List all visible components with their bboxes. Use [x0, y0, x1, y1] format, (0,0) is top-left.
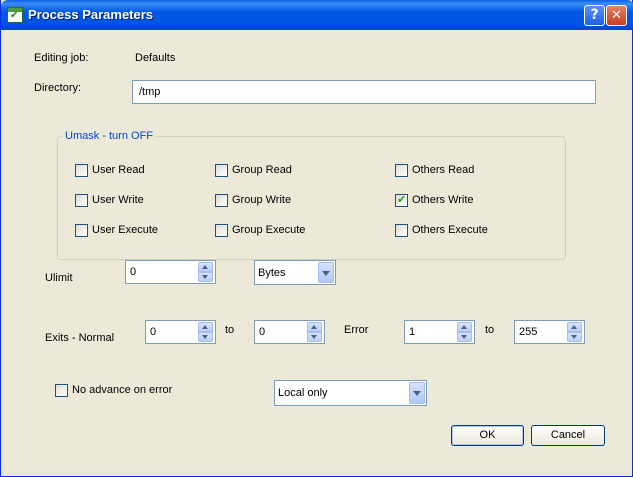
user-read-label: User Read — [92, 164, 145, 176]
group-execute-label: Group Execute — [232, 224, 306, 236]
help-button[interactable]: ? — [584, 5, 605, 26]
user-execute-checkbox[interactable] — [75, 224, 88, 237]
normal-to-spinner[interactable]: 0 — [254, 320, 325, 344]
scope-dropdown[interactable]: Local only — [274, 380, 427, 406]
no-advance-label: No advance on error — [72, 384, 173, 396]
ulimit-unit-value: Bytes — [258, 267, 286, 279]
group-read-checkbox[interactable] — [215, 164, 228, 177]
user-write-label: User Write — [92, 194, 144, 206]
title-bar[interactable]: Process Parameters ? ✕ — [1, 0, 633, 30]
close-button[interactable]: ✕ — [606, 5, 627, 26]
error-from-value: 1 — [409, 326, 416, 338]
user-execute-label: User Execute — [92, 224, 159, 236]
error-from-down-arrow-icon[interactable] — [457, 332, 472, 342]
error-from-spinner[interactable]: 1 — [404, 320, 475, 344]
chevron-down-icon[interactable] — [409, 382, 425, 404]
normal-to-down-arrow-icon[interactable] — [307, 332, 322, 342]
group-write-checkbox[interactable] — [215, 194, 228, 207]
normal-from-down-arrow-icon[interactable] — [198, 332, 213, 342]
process-parameters-dialog: Process Parameters ? ✕ Editing job: Defa… — [0, 0, 633, 477]
no-advance-checkbox[interactable] — [55, 384, 68, 397]
ulimit-unit-dropdown[interactable]: Bytes — [254, 260, 336, 285]
group-read-label: Group Read — [232, 164, 292, 176]
cancel-button[interactable]: Cancel — [531, 425, 605, 446]
ulimit-label: Ulimit — [45, 272, 73, 284]
normal-to-up-arrow-icon[interactable] — [307, 322, 322, 332]
editing-job-value: Defaults — [135, 52, 176, 64]
exits-normal-label: Exits - Normal — [45, 332, 115, 344]
scope-value: Local only — [278, 387, 328, 399]
user-read-checkbox[interactable] — [75, 164, 88, 177]
error-to-label: to — [485, 324, 495, 336]
directory-input[interactable]: /tmp — [132, 80, 596, 104]
others-read-checkbox[interactable] — [395, 164, 408, 177]
app-icon — [7, 7, 23, 23]
others-execute-label: Others Execute — [412, 224, 488, 236]
normal-from-up-arrow-icon[interactable] — [198, 322, 213, 332]
error-label: Error — [344, 324, 369, 336]
error-to-spinner[interactable]: 255 — [514, 320, 585, 344]
normal-from-value: 0 — [150, 326, 157, 338]
group-write-label: Group Write — [232, 194, 292, 206]
others-read-label: Others Read — [412, 164, 475, 176]
directory-label: Directory: — [34, 82, 82, 94]
normal-to-label: to — [225, 324, 235, 336]
error-to-up-arrow-icon[interactable] — [567, 322, 582, 332]
ok-button[interactable]: OK — [451, 425, 524, 446]
others-execute-checkbox[interactable] — [395, 224, 408, 237]
editing-job-label: Editing job: — [34, 52, 89, 64]
group-execute-checkbox[interactable] — [215, 224, 228, 237]
ulimit-up-arrow-icon[interactable] — [198, 262, 213, 272]
others-write-checkbox[interactable] — [395, 193, 408, 207]
ulimit-spinner[interactable]: 0 — [125, 260, 216, 284]
chevron-down-icon[interactable] — [318, 262, 334, 283]
user-write-checkbox[interactable] — [75, 194, 88, 207]
ulimit-down-arrow-icon[interactable] — [198, 272, 213, 282]
window-title: Process Parameters — [28, 7, 154, 22]
ulimit-value: 0 — [130, 266, 137, 278]
error-to-value: 255 — [519, 326, 538, 338]
umask-group-title: Umask - turn OFF — [63, 130, 156, 142]
error-from-up-arrow-icon[interactable] — [457, 322, 472, 332]
normal-from-spinner[interactable]: 0 — [145, 320, 216, 344]
others-write-label: Others Write — [412, 194, 474, 206]
normal-to-value: 0 — [259, 326, 266, 338]
error-to-down-arrow-icon[interactable] — [567, 332, 582, 342]
